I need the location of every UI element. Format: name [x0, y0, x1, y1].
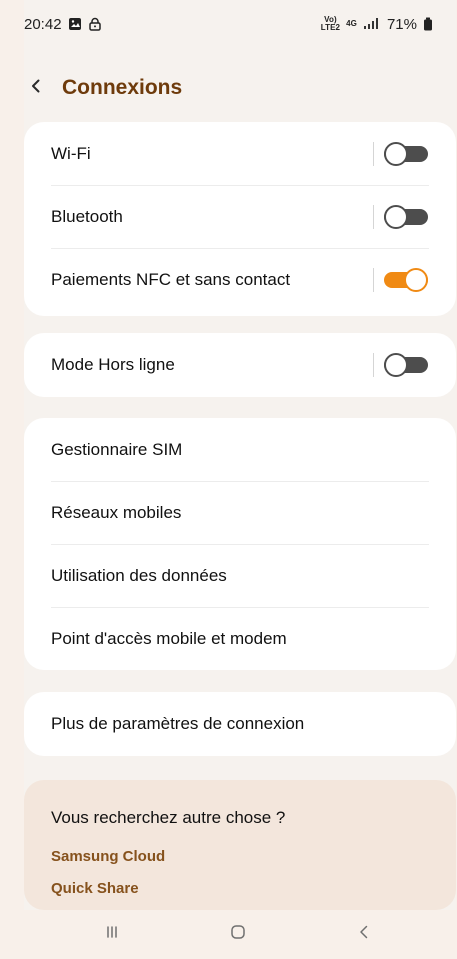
hotspot-label: Point d'accès mobile et modem	[51, 628, 287, 648]
recent-apps-button[interactable]	[98, 921, 126, 949]
home-icon	[229, 923, 247, 946]
nfc-label: Paiements NFC et sans contact	[51, 269, 291, 289]
status-network-4g: 4G	[346, 19, 357, 28]
nav-back-button[interactable]	[350, 921, 378, 949]
toggle-thumb	[384, 204, 408, 229]
lock-icon	[88, 17, 102, 31]
airplane-mode-label: Mode Hors ligne	[51, 354, 175, 374]
bluetooth-label: Bluetooth	[51, 206, 123, 226]
suggestions-title: Vous recherchez autre chose ?	[51, 808, 286, 827]
quick-share-link[interactable]: Quick Share	[51, 880, 139, 897]
nfc-toggle[interactable]	[384, 267, 428, 292]
navigation-bar	[24, 910, 456, 959]
sim-manager-label: Gestionnaire SIM	[51, 439, 183, 459]
airplane-mode-card: Mode Hors ligne	[24, 333, 456, 397]
home-button[interactable]	[224, 921, 252, 949]
toggle-thumb	[384, 352, 408, 377]
wifi-label: Wi-Fi	[51, 143, 91, 163]
samsung-cloud-link[interactable]: Samsung Cloud	[51, 848, 165, 865]
divider	[373, 352, 374, 377]
toggle-thumb	[404, 267, 428, 292]
nfc-toggle-wrap	[373, 267, 428, 292]
signal-icon	[363, 18, 381, 30]
divider	[373, 141, 374, 166]
mobile-network-card: Gestionnaire SIM Réseaux mobiles Utilisa…	[24, 418, 456, 670]
status-time: 20:42	[24, 15, 62, 33]
airplane-mode-toggle[interactable]	[384, 352, 428, 377]
toggle-thumb	[384, 141, 408, 166]
connections-card-primary: Wi-Fi Bluetooth Paiements NFC et sans co	[24, 122, 456, 316]
sim-manager-row[interactable]: Gestionnaire SIM	[24, 418, 456, 481]
more-connection-settings-label: Plus de paramètres de connexion	[51, 713, 305, 733]
header: Connexions	[24, 68, 182, 108]
back-button[interactable]	[24, 76, 48, 100]
gallery-icon	[68, 17, 82, 31]
chevron-left-icon	[27, 77, 45, 100]
airplane-toggle-wrap	[373, 352, 428, 377]
back-icon	[355, 923, 373, 946]
battery-icon	[423, 17, 433, 31]
mobile-networks-row[interactable]: Réseaux mobiles	[24, 481, 456, 544]
status-bar: 20:42 Vo) LTE2 4G 71%	[24, 10, 433, 38]
divider	[373, 267, 374, 292]
bluetooth-row[interactable]: Bluetooth	[24, 185, 456, 248]
wifi-toggle-wrap	[373, 141, 428, 166]
data-usage-label: Utilisation des données	[51, 565, 227, 585]
page-title: Connexions	[62, 76, 183, 99]
wifi-toggle[interactable]	[384, 141, 428, 166]
status-right: Vo) LTE2 4G 71%	[321, 16, 433, 33]
status-left: 20:42	[24, 16, 102, 33]
bluetooth-toggle[interactable]	[384, 204, 428, 229]
recent-apps-icon	[104, 924, 120, 945]
suggestions-card: Vous recherchez autre chose ? Samsung Cl…	[24, 780, 456, 910]
more-settings-card: Plus de paramètres de connexion	[24, 692, 456, 756]
airplane-mode-row[interactable]: Mode Hors ligne	[24, 333, 456, 396]
hotspot-row[interactable]: Point d'accès mobile et modem	[24, 607, 456, 670]
more-connection-settings-row[interactable]: Plus de paramètres de connexion	[24, 692, 456, 755]
nfc-row[interactable]: Paiements NFC et sans contact	[24, 248, 456, 311]
data-usage-row[interactable]: Utilisation des données	[24, 544, 456, 607]
status-network-labels: Vo) LTE2	[321, 16, 340, 32]
screen: 20:42 Vo) LTE2 4G 71% Connexions Wi-Fi B…	[0, 0, 457, 959]
battery-percent: 71%	[386, 15, 417, 33]
status-network-bottom: LTE2	[320, 23, 341, 32]
bluetooth-toggle-wrap	[373, 204, 428, 229]
mobile-networks-label: Réseaux mobiles	[51, 502, 182, 522]
wifi-row[interactable]: Wi-Fi	[24, 122, 456, 185]
divider	[373, 204, 374, 229]
